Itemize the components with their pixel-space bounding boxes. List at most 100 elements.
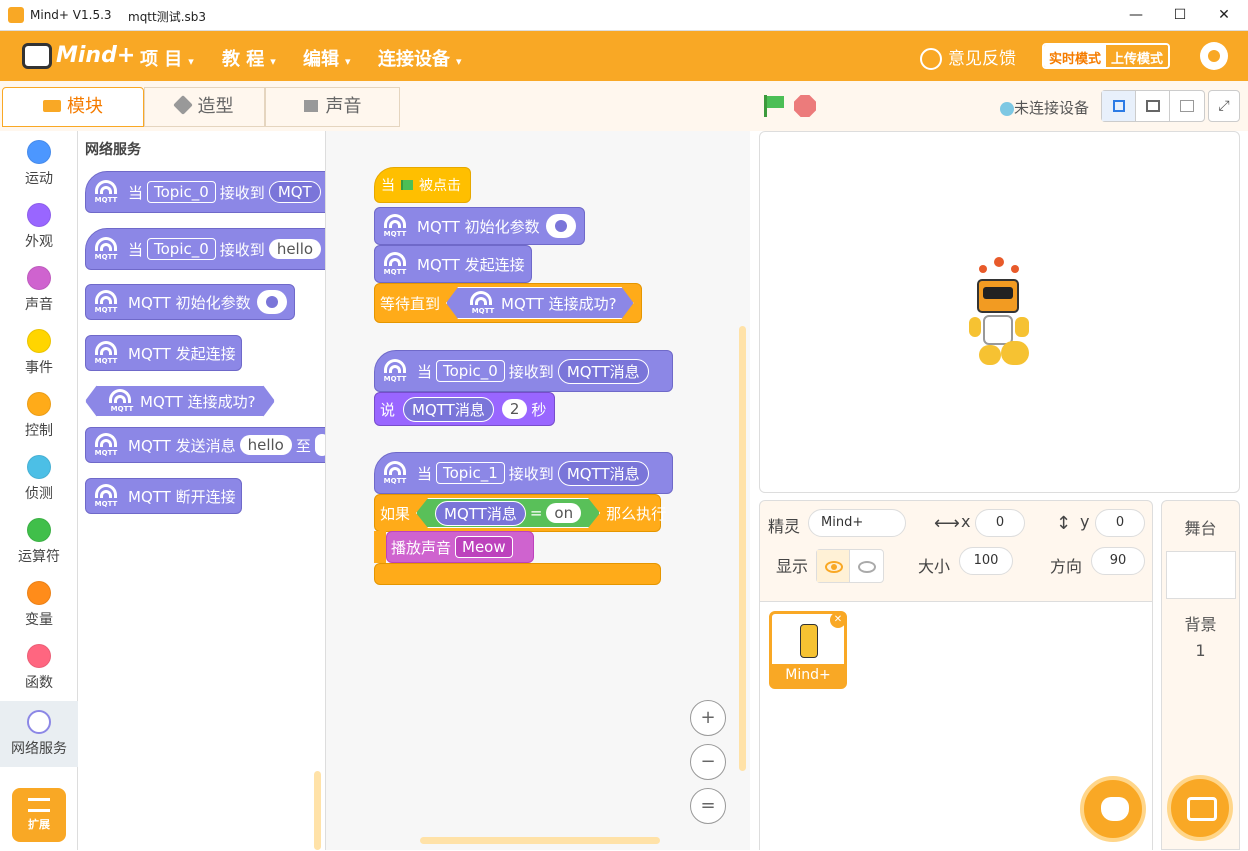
green-flag-icon[interactable]: [762, 93, 786, 117]
palette-mqtt-disconnect-block[interactable]: MQTT MQTT 断开连接: [85, 478, 242, 514]
play-sound-block[interactable]: 播放声音 Meow: [386, 531, 534, 563]
message-reporter[interactable]: MQTT消息: [557, 460, 649, 486]
equals-operator[interactable]: MQTT消息 = on: [416, 498, 600, 528]
message-input[interactable]: hello: [239, 435, 292, 455]
when-flag-clicked-block[interactable]: 当 被点击: [374, 167, 471, 203]
palette-when-receive-block[interactable]: MQTT 当 Topic_0 接收到 MQT: [85, 171, 325, 213]
feedback-button[interactable]: 意见反馈: [920, 44, 1016, 70]
category-sound[interactable]: 声音: [0, 257, 78, 319]
tab-sounds[interactable]: 声音: [265, 87, 400, 127]
normal-stage-icon[interactable]: [1136, 91, 1170, 121]
category-network[interactable]: 网络服务: [0, 701, 78, 767]
code-workspace[interactable]: 当 被点击 MQTT MQTT 初始化参数 MQTT MQTT 发起连接 等待直…: [326, 131, 750, 850]
stop-icon[interactable]: [794, 95, 816, 117]
eye-off-icon[interactable]: [850, 550, 883, 582]
menu-project[interactable]: 项 目 ▾: [140, 45, 194, 71]
upload-mode-button[interactable]: 上传模式: [1106, 45, 1169, 67]
category-sensing[interactable]: 侦测: [0, 446, 78, 508]
extension-button[interactable]: 扩展: [12, 788, 66, 842]
say-for-secs-block[interactable]: 说 MQTT消息 2 秒: [374, 392, 555, 426]
small-stage-icon[interactable]: [1102, 91, 1136, 121]
delete-sprite-icon[interactable]: ✕: [830, 612, 846, 628]
settings-gear-icon[interactable]: [545, 214, 576, 238]
when-topic0-receive-block[interactable]: MQTT 当 Topic_0 接收到 MQTT消息: [374, 350, 673, 392]
tab-costumes[interactable]: 造型: [144, 87, 265, 127]
topic-dropdown[interactable]: Topic_0: [436, 360, 505, 382]
maximize-button[interactable]: ☐: [1170, 6, 1190, 24]
menu-tutorial[interactable]: 教 程 ▾: [222, 45, 276, 71]
zoom-in-button[interactable]: +: [690, 700, 726, 736]
palette-mqtt-init-block[interactable]: MQTT MQTT 初始化参数: [85, 284, 295, 320]
large-stage-icon[interactable]: [1170, 91, 1204, 121]
fullscreen-icon[interactable]: ⤢: [1208, 90, 1240, 122]
title-bar: Mind+ V1.5.3 mqtt测试.sb3 — ☐ ✕: [0, 0, 1248, 31]
tab-blocks[interactable]: 模块: [2, 87, 144, 127]
message-reporter[interactable]: MQT: [268, 181, 321, 203]
message-reporter[interactable]: MQTT消息: [557, 358, 649, 384]
palette-mqtt-connect-block[interactable]: MQTT MQTT 发起连接: [85, 335, 242, 371]
sprite-thumb-name: Mind+: [772, 664, 844, 686]
category-operators[interactable]: 运算符: [0, 509, 78, 571]
settings-gear-icon[interactable]: [1200, 42, 1228, 70]
category-variables[interactable]: 变量: [0, 572, 78, 634]
cat-icon: [1101, 797, 1129, 821]
message-reporter[interactable]: MQTT消息: [403, 396, 494, 422]
y-input[interactable]: 0: [1095, 509, 1145, 537]
chevron-down-icon: ▾: [456, 55, 462, 68]
x-label: x: [961, 512, 971, 531]
seconds-input[interactable]: 2: [501, 399, 528, 419]
category-dot-icon: [27, 140, 51, 164]
workspace-vscrollbar[interactable]: [739, 326, 746, 771]
add-backdrop-button[interactable]: [1167, 775, 1233, 841]
size-input[interactable]: 100: [959, 547, 1013, 575]
settings-gear-icon[interactable]: [256, 290, 287, 314]
menu-edit[interactable]: 编辑 ▾: [303, 45, 351, 71]
zoom-out-button[interactable]: −: [690, 744, 726, 780]
direction-input[interactable]: 90: [1091, 547, 1145, 575]
palette-mqtt-send-block[interactable]: MQTT MQTT 发送消息 hello 至: [85, 427, 325, 463]
category-looks[interactable]: 外观: [0, 194, 78, 256]
block-text: 接收到: [219, 240, 265, 259]
mqtt-connected-condition[interactable]: MQTT MQTT 连接成功?: [446, 287, 634, 319]
category-motion[interactable]: 运动: [0, 131, 78, 193]
workspace-hscrollbar[interactable]: [420, 837, 660, 844]
close-button[interactable]: ✕: [1214, 6, 1234, 24]
menu-tutorial-label: 教 程: [222, 49, 265, 70]
add-sprite-button[interactable]: [1080, 776, 1146, 842]
when-topic1-receive-block[interactable]: MQTT 当 Topic_1 接收到 MQTT消息: [374, 452, 673, 494]
menu-edit-label: 编辑: [303, 49, 339, 70]
x-input[interactable]: 0: [975, 509, 1025, 537]
if-then-block[interactable]: 如果 MQTT消息 = on 那么执行 播放声音 Meow: [374, 494, 666, 586]
live-mode-button[interactable]: 实时模式: [1044, 45, 1107, 67]
palette-scrollbar[interactable]: [314, 771, 321, 850]
sound-dropdown[interactable]: Meow: [455, 536, 513, 558]
palette-when-receive-block[interactable]: MQTT 当 Topic_0 接收到 hello: [85, 228, 325, 270]
stage-thumbnail[interactable]: [1166, 551, 1236, 599]
eye-icon[interactable]: [817, 550, 851, 582]
sprite-thumbnail[interactable]: ✕ Mind+: [769, 611, 847, 689]
stage-selector[interactable]: 舞台 背景 1: [1161, 500, 1240, 850]
menu-connect-device[interactable]: 连接设备 ▾: [378, 45, 462, 71]
zoom-reset-button[interactable]: =: [690, 788, 726, 824]
palette-mqtt-connected-block[interactable]: MQTT MQTT 连接成功?: [85, 385, 275, 417]
category-control[interactable]: 控制: [0, 383, 78, 445]
topic-dropdown[interactable]: Topic_0: [147, 238, 216, 260]
message-input[interactable]: hello: [268, 239, 322, 259]
mqtt-connect-block[interactable]: MQTT MQTT 发起连接: [374, 245, 532, 283]
stage-canvas[interactable]: [759, 131, 1240, 493]
category-label: 运算符: [18, 549, 60, 565]
topic-dropdown[interactable]: Topic_0: [147, 181, 216, 203]
wait-until-block[interactable]: 等待直到 MQTT MQTT 连接成功?: [374, 283, 642, 323]
category-label: 外观: [25, 234, 53, 250]
category-functions[interactable]: 函数: [0, 635, 78, 697]
category-events[interactable]: 事件: [0, 320, 78, 382]
minimize-button[interactable]: —: [1126, 6, 1146, 24]
topic-input[interactable]: [314, 434, 325, 456]
mindplus-robot-sprite[interactable]: [969, 257, 1035, 369]
topic-dropdown[interactable]: Topic_1: [436, 462, 505, 484]
mqtt-init-block[interactable]: MQTT MQTT 初始化参数: [374, 207, 585, 245]
sprite-name-input[interactable]: Mind+: [808, 509, 906, 537]
message-reporter[interactable]: MQTT消息: [435, 501, 526, 526]
compare-input[interactable]: on: [546, 503, 581, 523]
block-text: 当: [128, 183, 144, 202]
